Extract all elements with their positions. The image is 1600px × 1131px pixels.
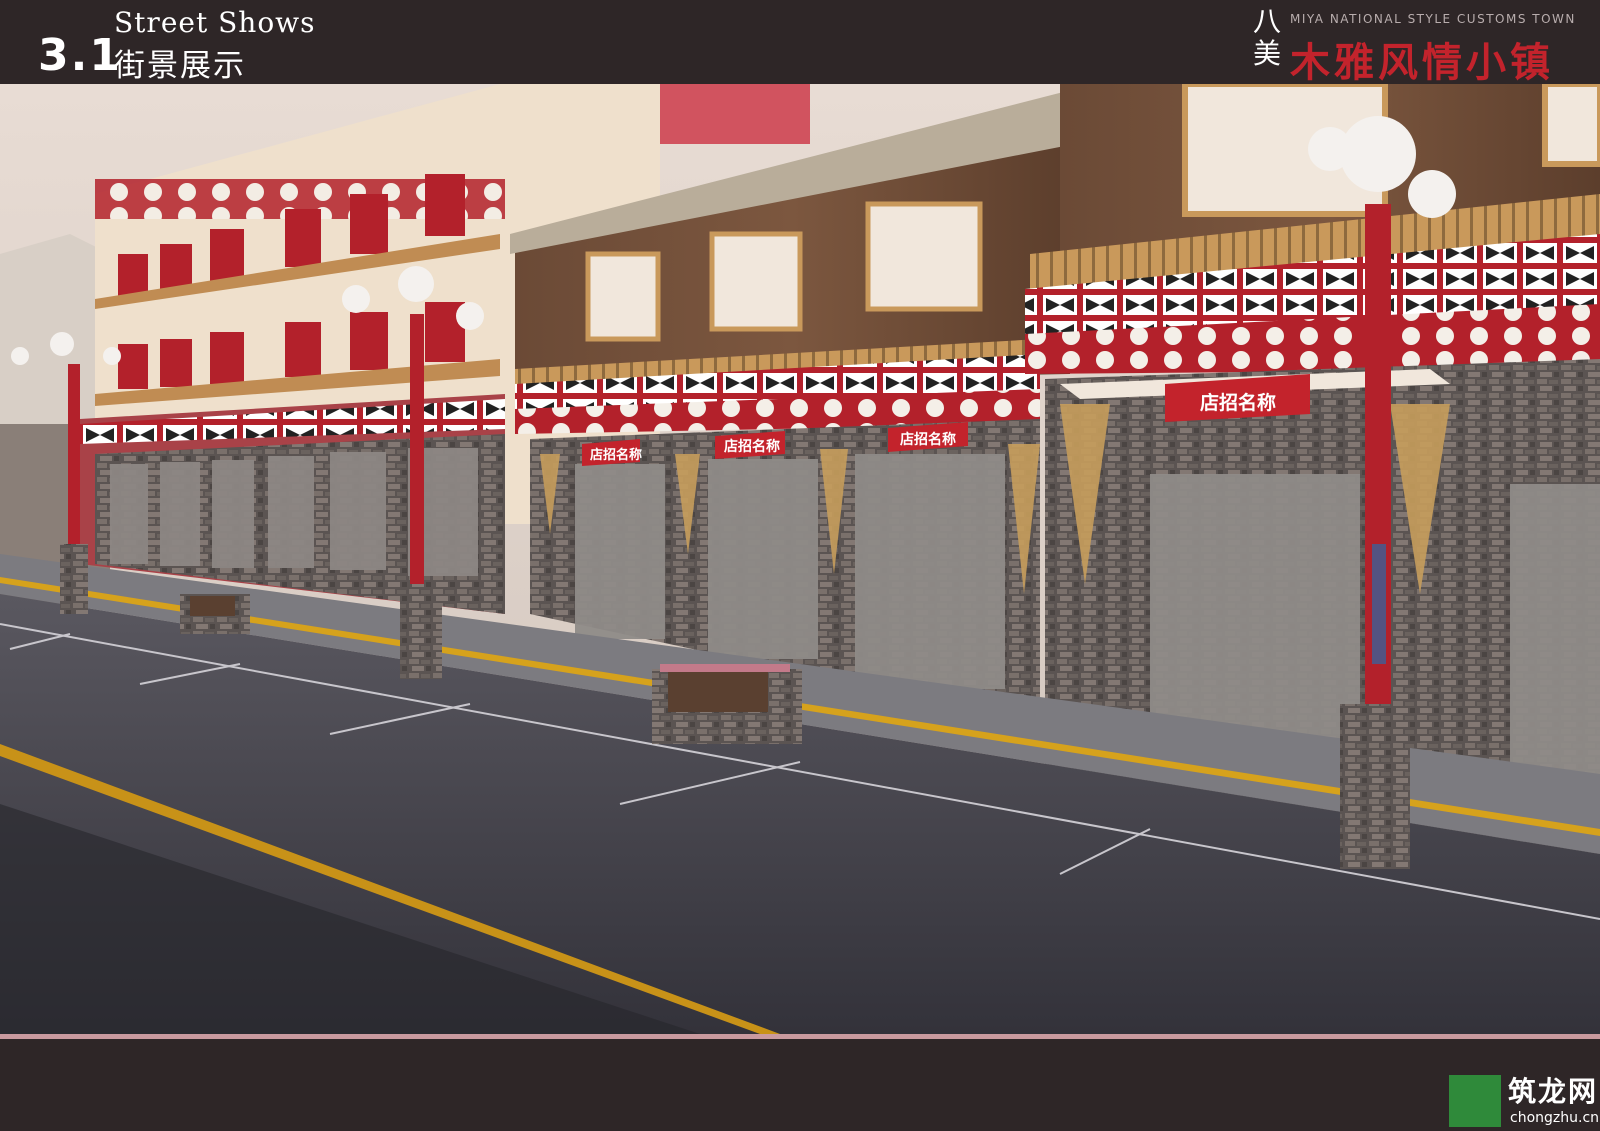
watermark-url: chongzhu.cn (1510, 1110, 1600, 1126)
brand-mark: 八美 (1252, 5, 1281, 70)
footer-bar (0, 1039, 1600, 1131)
brand-subtitle-en: MIYA NATIONAL STYLE CUSTOMS TOWN (1290, 12, 1576, 26)
brand-title-cn: 木雅风情小镇 (1290, 39, 1554, 86)
street-rendering: 店招名称 店招名称 店招名称 店招名称 (0, 84, 1600, 1034)
section-title-cn: 街景展示 (114, 48, 246, 84)
shop-sign-3: 店招名称 (900, 431, 956, 448)
shop-sign-2: 店招名称 (724, 438, 780, 455)
section-number: 3.1 (38, 30, 122, 81)
watermark-text: 筑龙网 (1508, 1075, 1599, 1108)
bench-1 (180, 594, 250, 634)
bench-2 (652, 664, 802, 744)
shop-sign-4: 店招名称 (1200, 391, 1276, 414)
shop-sign-1: 店招名称 (590, 447, 642, 463)
section-title-en: Street Shows (114, 6, 316, 39)
street-scene-illustration: 店招名称 店招名称 店招名称 店招名称 (0, 84, 1600, 1034)
watermark-logo-icon (1449, 1075, 1501, 1127)
header-bar: Street Shows 3.1 街景展示 八美 MIYA NATIONAL S… (0, 0, 1600, 86)
